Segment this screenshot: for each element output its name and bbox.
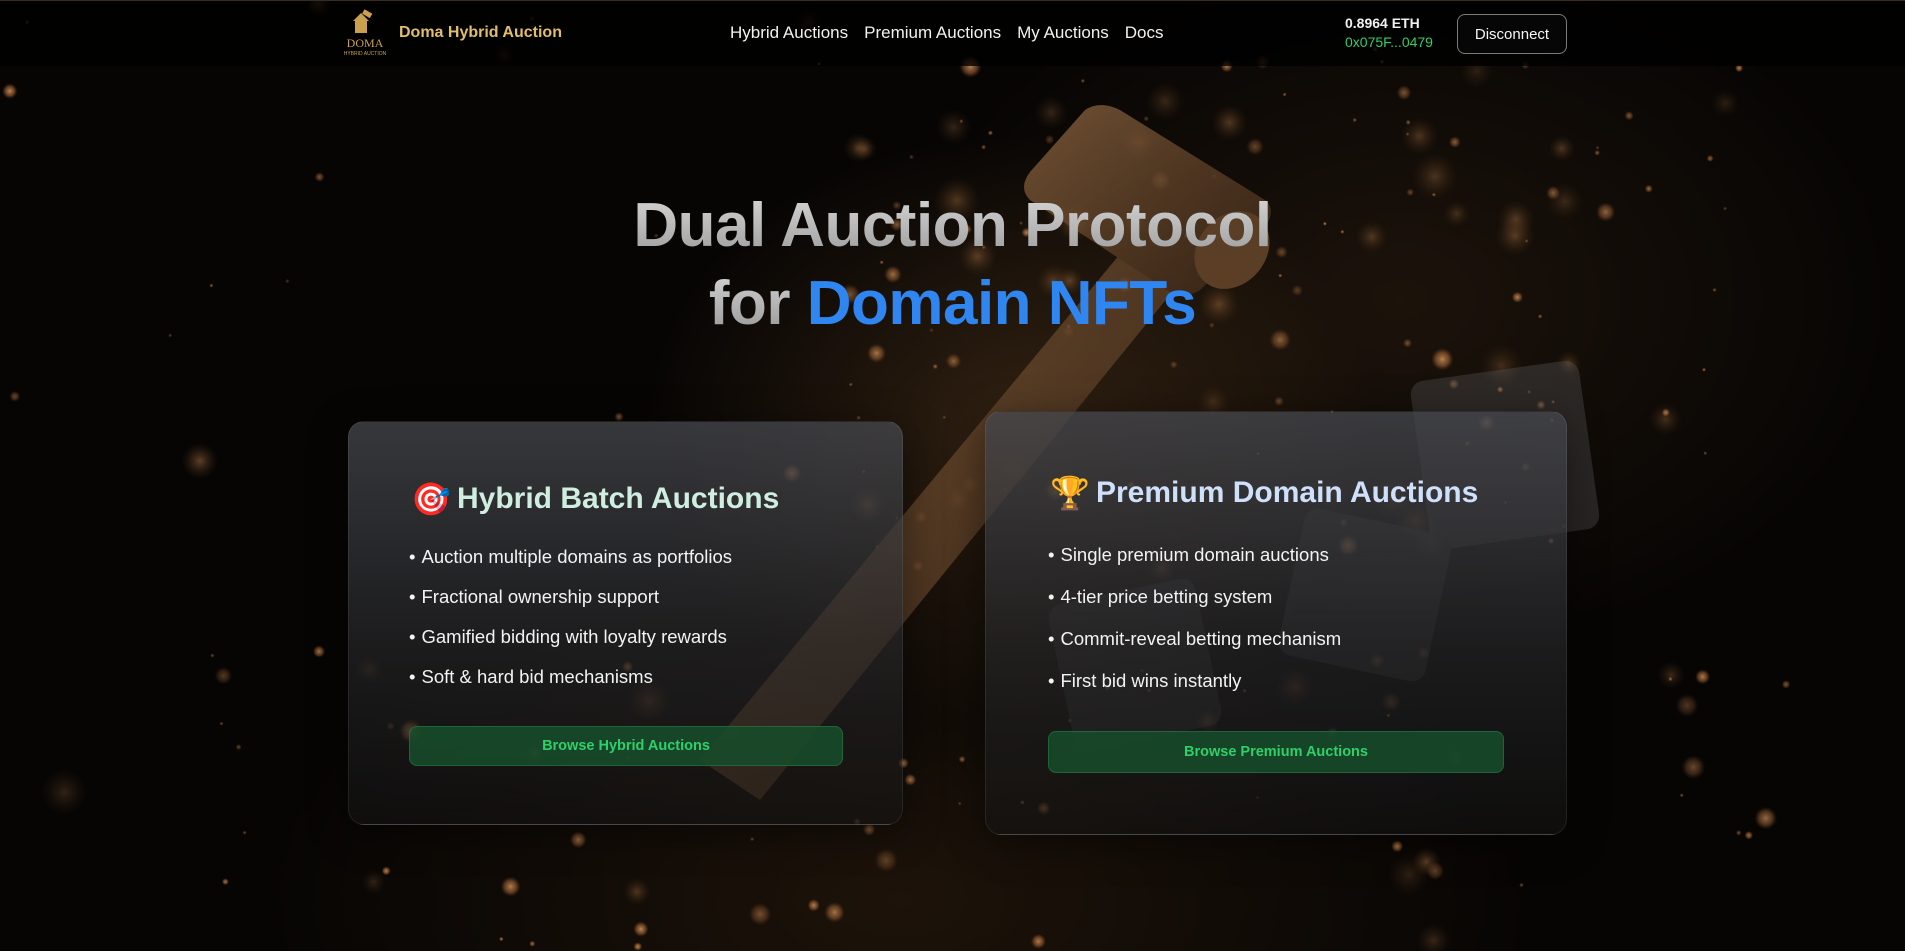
nav-link-my-auctions[interactable]: My Auctions [1017, 23, 1109, 43]
disconnect-button[interactable]: Disconnect [1457, 14, 1567, 54]
list-item: Gamified bidding with loyalty rewards [409, 626, 732, 666]
target-icon: 🎯 [411, 481, 451, 517]
svg-text:HYBRID AUCTION: HYBRID AUCTION [344, 51, 387, 57]
hybrid-feature-list: Auction multiple domains as portfolios F… [409, 546, 732, 706]
gavel-house-logo-icon: DOMA HYBRID AUCTION [344, 9, 387, 57]
hybrid-auctions-card: 🎯 Hybrid Batch Auctions Auction multiple… [348, 421, 903, 825]
browse-hybrid-auctions-button[interactable]: Browse Hybrid Auctions [409, 726, 843, 766]
wallet-balance: 0.8964 ETH [1345, 15, 1420, 31]
list-item: Auction multiple domains as portfolios [409, 546, 732, 586]
premium-card-title-text: Premium Domain Auctions [1096, 476, 1479, 509]
landing-page: DOMA HYBRID AUCTION Doma Hybrid Auction … [0, 0, 1905, 951]
nav-links: Hybrid Auctions Premium Auctions My Auct… [730, 23, 1164, 43]
premium-card-title: 🏆 Premium Domain Auctions [1050, 474, 1478, 512]
hero-title-line1: Dual Auction Protocol [0, 190, 1905, 261]
hero-title-accent: Domain NFTs [806, 269, 1197, 338]
premium-auctions-card: 🏆 Premium Domain Auctions Single premium… [985, 411, 1567, 835]
browse-premium-auctions-button[interactable]: Browse Premium Auctions [1048, 731, 1504, 773]
background-bokeh [2, 0, 1791, 951]
list-item: Single premium domain auctions [1048, 544, 1341, 586]
top-navbar: DOMA HYBRID AUCTION Doma Hybrid Auction … [0, 0, 1905, 66]
hybrid-card-title: 🎯 Hybrid Batch Auctions [411, 480, 779, 518]
hero-title-prefix: for [708, 269, 791, 338]
brand-name[interactable]: Doma Hybrid Auction [399, 24, 562, 42]
nav-link-hybrid-auctions[interactable]: Hybrid Auctions [730, 23, 848, 43]
brand[interactable]: DOMA HYBRID AUCTION Doma Hybrid Auction [337, 9, 562, 57]
wallet-info: 0.8964 ETH 0x075F...0479 [1345, 14, 1433, 52]
hybrid-card-title-text: Hybrid Batch Auctions [457, 482, 780, 515]
trophy-icon: 🏆 [1050, 475, 1090, 511]
svg-text:DOMA: DOMA [347, 36, 384, 50]
logo[interactable]: DOMA HYBRID AUCTION [337, 9, 393, 57]
list-item: First bid wins instantly [1048, 670, 1341, 712]
wallet-address: 0x075F...0479 [1345, 34, 1433, 50]
hero-title-line2: for Domain NFTs [0, 268, 1905, 339]
list-item: Fractional ownership support [409, 586, 732, 626]
premium-feature-list: Single premium domain auctions 4-tier pr… [1048, 544, 1341, 712]
list-item: 4-tier price betting system [1048, 586, 1341, 628]
list-item: Commit-reveal betting mechanism [1048, 628, 1341, 670]
list-item: Soft & hard bid mechanisms [409, 666, 732, 706]
nav-link-docs[interactable]: Docs [1125, 23, 1164, 43]
nav-link-premium-auctions[interactable]: Premium Auctions [864, 23, 1001, 43]
